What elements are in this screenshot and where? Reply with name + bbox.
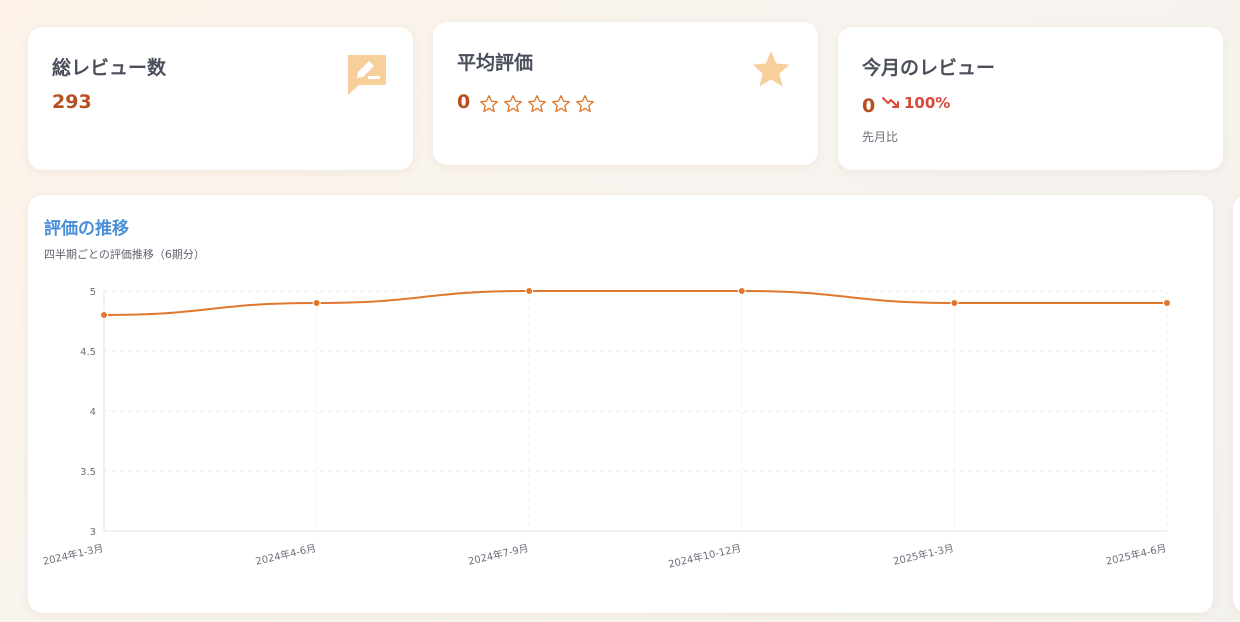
star-outline-icon [480,95,498,113]
x-tick-label: 2024年10-12月 [667,541,743,570]
star-outline-icon [576,95,594,113]
data-point [737,287,746,295]
x-tick-label: 2024年4-6月 [254,541,317,568]
rating-trend-chart: 3 3.5 4 4.5 5 2024年1-3月 2024年4-6月 2024年7-9月 2024… [42,287,1171,571]
data-point [950,299,959,307]
star-outline-icon [504,95,522,113]
y-tick-label: 3 [90,527,96,538]
chart-subtitle: 四半期ごとの評価推移（6期分） [44,248,205,261]
side-panel-card [1233,195,1240,613]
star-outline-icon [528,95,546,113]
total-reviews-value: 293 [52,91,92,113]
chart-title: 評価の推移 [44,219,129,239]
star-outline-icon [552,95,570,113]
x-tick-label: 2025年1-3月 [892,541,955,568]
rating-trend-chart-card: 3 3.5 4 4.5 5 2024年1-3月 2024年4-6月 2024年7-9月 2024… [28,195,1213,613]
trend-indicator: 100% [882,94,950,112]
trend-caption: 先月比 [862,130,899,144]
y-tick-label: 5 [90,287,96,298]
total-reviews-title: 総レビュー数 [52,57,167,79]
total-reviews-card: 総レビュー数 293 [28,27,413,170]
data-point [525,287,534,295]
monthly-reviews-card: 今月のレビュー 0 100% 先月比 [838,27,1223,170]
data-point [1163,299,1171,307]
y-tick-label: 3.5 [80,467,96,478]
average-rating-card: 平均評価 0 [433,22,818,165]
monthly-reviews-title: 今月のレビュー [862,57,996,79]
trend-percentage: 100% [904,94,951,112]
x-tick-label: 2025年4-6月 [1105,541,1168,568]
x-tick-label: 2024年1-3月 [42,541,105,568]
rating-stars [479,94,595,114]
series-line [103,290,1167,316]
monthly-reviews-value: 0 [862,95,876,117]
y-tick-label: 4 [90,407,96,418]
data-point [100,311,108,319]
x-tick-label: 2024年7-9月 [467,541,530,568]
data-point [312,299,321,307]
star-icon [752,51,790,87]
edit-comment-icon [348,55,386,95]
average-rating-value: 0 [457,91,471,113]
y-tick-label: 4.5 [80,347,96,358]
average-rating-title: 平均評価 [457,52,534,74]
trending-down-icon [882,97,899,108]
